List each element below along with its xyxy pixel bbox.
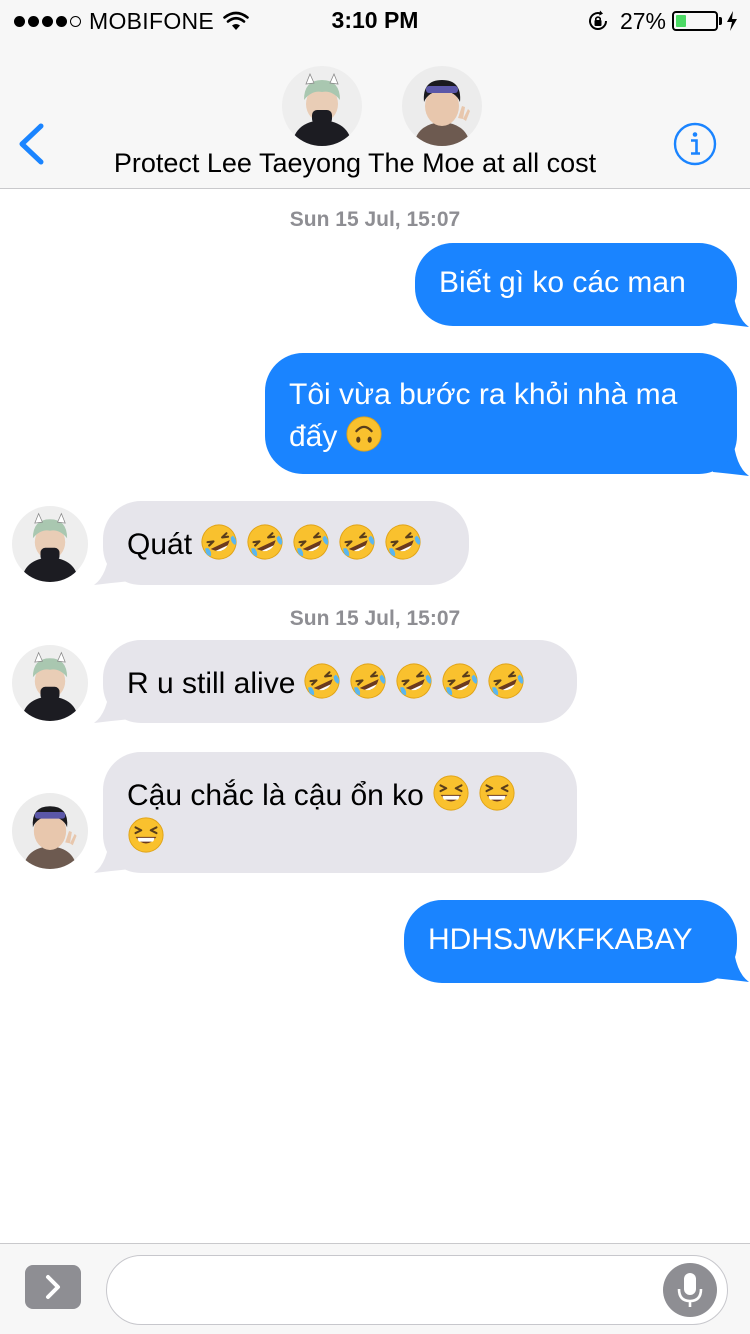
expand-apps-button[interactable] (25, 1265, 81, 1309)
incoming-message[interactable]: Quát (103, 501, 469, 585)
compose-bar (0, 1243, 750, 1334)
outgoing-message[interactable]: Tôi vừa bước ra khỏi nhà ma đấy (265, 353, 737, 474)
grinning-squinting-face-icon (478, 774, 516, 812)
microphone-icon (677, 1273, 703, 1307)
microphone-button[interactable] (663, 1263, 717, 1317)
rolling-on-floor-laughing-icon (487, 662, 525, 700)
info-icon (673, 122, 717, 166)
avatar-image (12, 793, 88, 869)
rotation-lock-icon (588, 10, 607, 30)
incoming-message[interactable]: R u still alive (103, 640, 577, 723)
message-text: HDHSJWKFKABAY (428, 923, 693, 956)
rolling-on-floor-laughing-icon (303, 662, 341, 700)
rolling-on-floor-laughing-icon (200, 523, 238, 561)
battery-nub (719, 17, 722, 25)
grinning-squinting-face-icon (432, 774, 470, 812)
sender-avatar[interactable] (12, 506, 88, 582)
rolling-on-floor-laughing-icon (246, 523, 284, 561)
upside-down-face-icon (345, 415, 383, 453)
charging-bolt-icon (727, 11, 737, 31)
conversation-title[interactable]: Protect Lee Taeyong The Moe at all cost (0, 148, 710, 179)
message-text: Cậu chắc là cậu ổn ko (127, 779, 424, 812)
participant-avatar-2[interactable] (402, 66, 482, 146)
incoming-message[interactable]: Cậu chắc là cậu ổn ko (103, 752, 577, 873)
battery-icon (672, 11, 718, 31)
sender-avatar[interactable] (12, 793, 88, 869)
rolling-on-floor-laughing-icon (292, 523, 330, 561)
outgoing-message[interactable]: Biết gì ko các man (415, 243, 737, 326)
rolling-on-floor-laughing-icon (384, 523, 422, 561)
outgoing-message[interactable]: HDHSJWKFKABAY (404, 900, 737, 983)
rolling-on-floor-laughing-icon (395, 662, 433, 700)
timestamp: Sun 15 Jul, 15:07 (289, 607, 461, 630)
avatar-image (12, 645, 88, 721)
battery-percent: 27% (619, 7, 666, 34)
message-text: Biết gì ko các man (439, 266, 686, 299)
timestamp: Sun 15 Jul, 15:07 (289, 208, 461, 231)
chevron-right-icon (46, 1275, 60, 1299)
participant-avatar-1[interactable] (282, 66, 362, 146)
avatar-image (12, 506, 88, 582)
conversation-header: MOBIFONE 3:10 PM 27% Protect Lee Taeyong… (0, 0, 750, 189)
grinning-squinting-face-icon (127, 816, 165, 854)
rolling-on-floor-laughing-icon (441, 662, 479, 700)
message-text: Quát (127, 528, 193, 561)
avatar-image (282, 66, 362, 146)
info-button[interactable] (672, 121, 718, 167)
status-bar: MOBIFONE 3:10 PM 27% (0, 0, 750, 40)
message-text: R u still alive (127, 667, 296, 700)
avatar-image (402, 66, 482, 146)
message-input[interactable] (106, 1255, 728, 1325)
battery-level (676, 15, 687, 27)
sender-avatar[interactable] (12, 645, 88, 721)
status-right: 27% (586, 8, 738, 34)
rolling-on-floor-laughing-icon (349, 662, 387, 700)
rolling-on-floor-laughing-icon (338, 523, 376, 561)
